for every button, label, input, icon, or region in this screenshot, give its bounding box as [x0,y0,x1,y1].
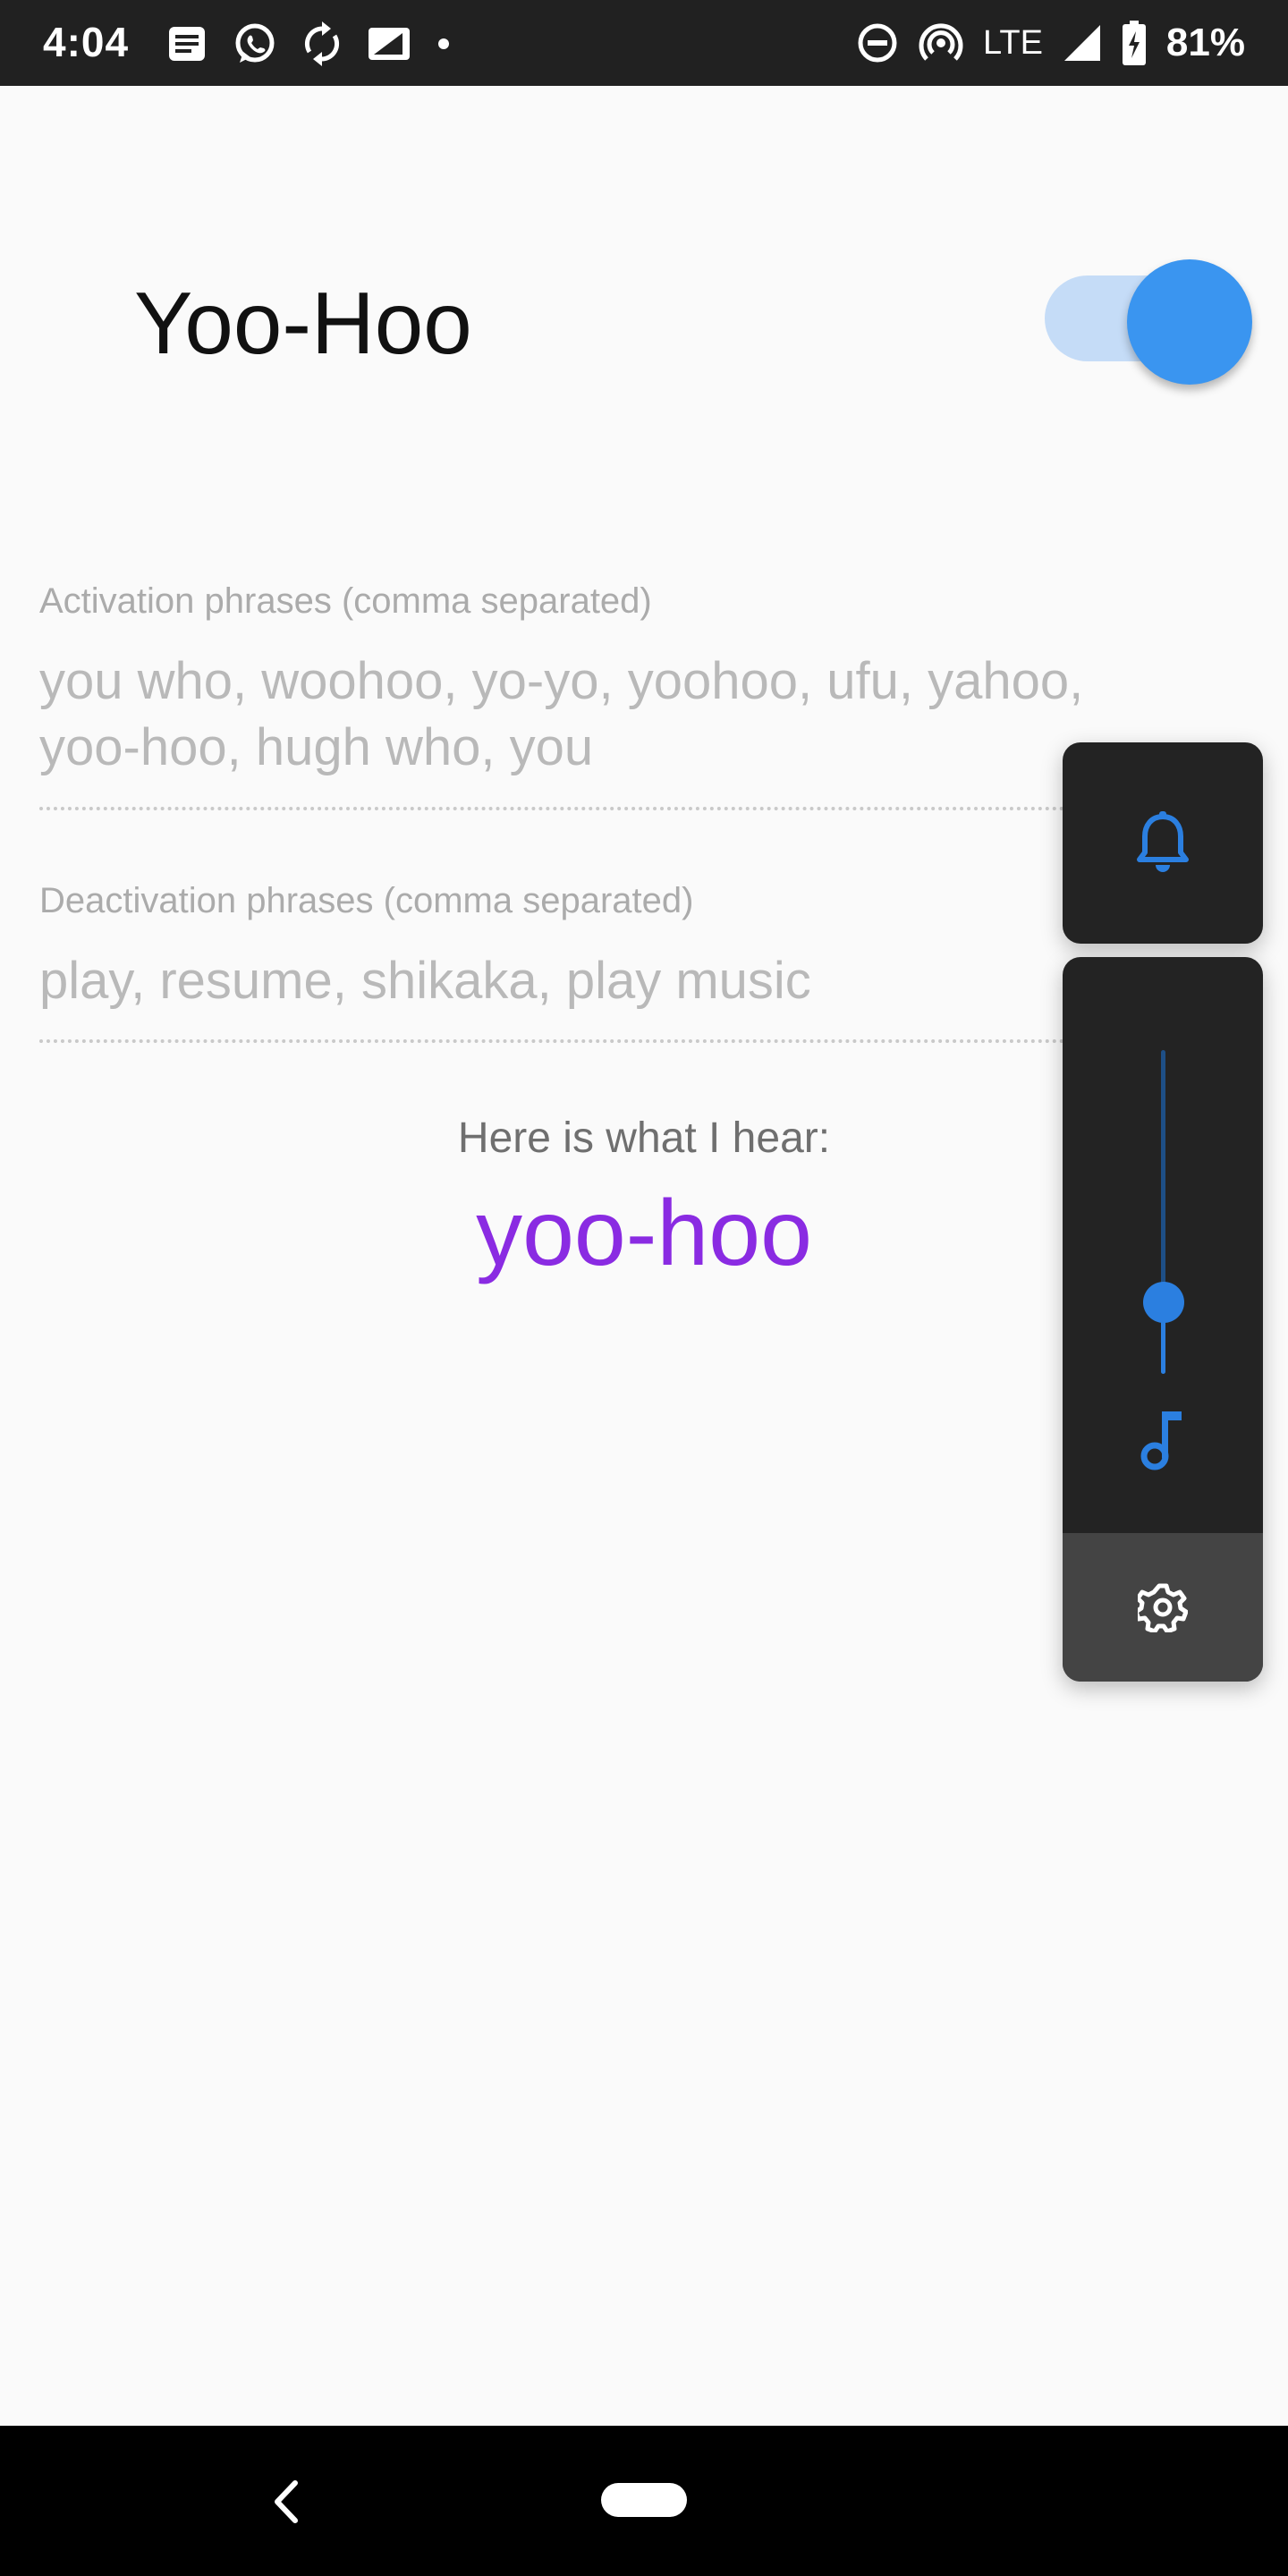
gear-icon [1138,1583,1188,1632]
media-volume-thumb[interactable] [1143,1282,1184,1324]
status-time: 4:04 [43,19,130,65]
media-volume-panel [1063,957,1263,1682]
whatsapp-icon [235,23,275,63]
battery-icon [1122,21,1146,65]
volume-settings-button[interactable] [1063,1533,1263,1682]
screenshot-icon [369,28,410,60]
notification-icon [169,27,205,61]
bell-icon [1137,810,1189,872]
dot-icon [438,38,449,49]
deactivation-label: Deactivation phrases (comma separated) [39,881,694,920]
activation-underline [39,807,1157,810]
deactivation-input[interactable]: play, resume, shikaka, play music [39,948,1166,1014]
media-icon-wrap [1063,1386,1263,1494]
music-note-icon [1140,1411,1182,1470]
status-right-icons: LTE 81% [856,16,1245,70]
home-button[interactable] [601,2483,687,2517]
deactivation-underline [39,1039,1157,1043]
toggle-thumb [1127,259,1252,385]
status-bar: 4:04 LTE 81% [0,0,1288,86]
activation-label: Activation phrases (comma separated) [39,581,652,621]
status-left-icons [166,20,451,68]
app-title: Yoo-Hoo [134,274,472,372]
activation-input[interactable]: you who, woohoo, yo-yo, yoohoo, ufu, yah… [39,648,1166,781]
dnd-icon [858,23,897,63]
back-icon[interactable] [259,2470,313,2533]
enable-toggle[interactable] [1045,259,1252,385]
navigation-bar [0,2426,1288,2576]
hotspot-icon [919,23,963,61]
sync-icon [304,21,340,66]
ringer-volume-button[interactable] [1063,742,1263,944]
network-type: LTE [983,23,1043,62]
battery-level: 81% [1165,21,1245,64]
signal-icon [1063,25,1100,61]
